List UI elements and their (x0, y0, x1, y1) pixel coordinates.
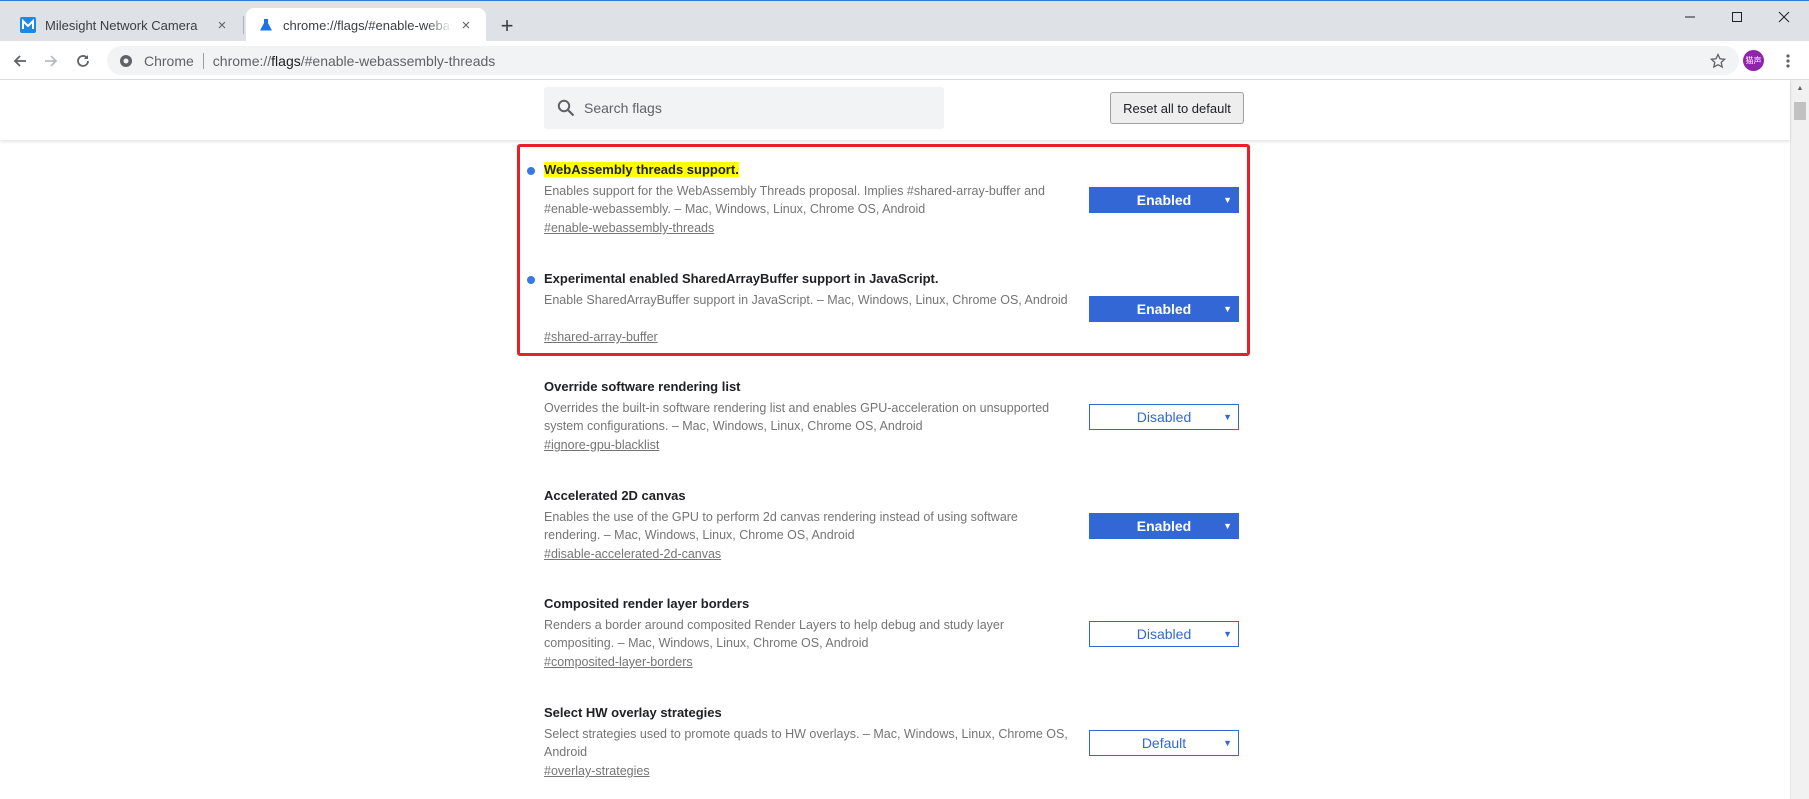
flag-state-select[interactable]: Disabled ▼ (1089, 621, 1239, 647)
reset-all-button[interactable]: Reset all to default (1110, 92, 1244, 124)
flag-state-select[interactable]: Enabled ▼ (1089, 187, 1239, 213)
flag-name: Composited render layer borders (544, 596, 750, 611)
address-bar[interactable]: Chrome chrome://flags/#enable-webassembl… (107, 46, 1739, 75)
reload-icon (77, 55, 89, 67)
select-value: Default (1141, 735, 1187, 751)
tab-strip: Milesight Network Camera × chrome://flag… (0, 0, 1809, 42)
window-close-button[interactable] (1759, 3, 1809, 31)
select-value: Enabled (1136, 518, 1192, 534)
flag-description: Enable SharedArrayBuffer support in Java… (544, 293, 1068, 307)
tab-separator (243, 16, 244, 34)
select-value: Disabled (1136, 409, 1192, 425)
flag-permalink[interactable]: #composited-layer-borders (544, 655, 693, 669)
forward-button[interactable] (38, 48, 64, 74)
more-vert-icon (1786, 54, 1790, 68)
maximize-icon (1732, 12, 1742, 22)
search-icon (554, 96, 578, 120)
chrome-page-icon (118, 53, 134, 69)
dropdown-arrow-icon: ▼ (1223, 521, 1232, 531)
flag-name: Experimental enabled SharedArrayBuffer s… (544, 271, 939, 286)
url-text: chrome://flags/#enable-webassembly-threa… (212, 52, 496, 69)
modified-indicator (527, 276, 535, 284)
flag-permalink[interactable]: #overlay-strategies (544, 764, 650, 778)
modified-indicator (527, 167, 535, 175)
dropdown-arrow-icon: ▼ (1223, 195, 1232, 205)
flag-item: Experimental enabled SharedArrayBuffer s… (518, 253, 1248, 361)
search-input[interactable] (584, 100, 924, 116)
search-box[interactable] (544, 87, 944, 129)
flag-description: Enables support for the WebAssembly Thre… (544, 184, 1045, 216)
close-icon[interactable]: × (458, 17, 474, 34)
tab-title: Milesight Network Camera (45, 17, 198, 33)
back-button[interactable] (7, 48, 33, 74)
flags-header: Reset all to default (0, 80, 1790, 140)
flag-description: Enables the use of the GPU to perform 2d… (544, 510, 1018, 542)
flag-description: Select strategies used to promote quads … (544, 727, 1068, 759)
tab-milesight[interactable]: Milesight Network Camera × (8, 8, 242, 42)
new-tab-button[interactable]: + (495, 13, 519, 38)
flags-list: WebAssembly threads support. Enables sup… (0, 140, 1790, 799)
dropdown-arrow-icon: ▼ (1223, 738, 1232, 748)
flag-item: Override software rendering list Overrid… (518, 361, 1248, 469)
flag-name: Override software rendering list (544, 379, 741, 394)
flag-description: Overrides the built-in software renderin… (544, 401, 1050, 433)
scroll-up-arrow-icon[interactable]: ▲ (1791, 80, 1809, 96)
flag-state-select[interactable]: Disabled ▼ (1089, 404, 1239, 430)
flag-state-select[interactable]: Enabled ▼ (1089, 296, 1239, 322)
flag-state-select[interactable]: Default ▼ (1089, 730, 1239, 756)
close-icon[interactable]: × (214, 17, 230, 34)
back-arrow-icon (13, 55, 26, 67)
milesight-logo-icon (20, 17, 36, 33)
maximize-button[interactable] (1712, 3, 1762, 31)
flag-permalink[interactable]: #disable-accelerated-2d-canvas (544, 547, 721, 561)
flag-name: WebAssembly threads support. (544, 162, 739, 177)
page-scrollbar[interactable]: ▲ (1790, 80, 1809, 799)
dropdown-arrow-icon: ▼ (1223, 304, 1232, 314)
minimize-button[interactable] (1665, 3, 1715, 31)
flag-description: Renders a border around composited Rende… (544, 618, 1005, 650)
flask-icon (258, 17, 274, 33)
tab-title: chrome://flags/#enable-webassembly-threa… (283, 17, 452, 33)
flag-item: Composited render layer borders Renders … (518, 578, 1248, 686)
select-value: Enabled (1136, 301, 1192, 317)
scroll-thumb[interactable] (1794, 102, 1806, 120)
select-value: Enabled (1136, 192, 1192, 208)
reload-button[interactable] (70, 48, 96, 74)
select-value: Disabled (1136, 626, 1192, 642)
chrome-menu-button[interactable] (1777, 50, 1799, 72)
close-icon (1778, 11, 1790, 23)
browser-toolbar: Chrome chrome://flags/#enable-webassembl… (0, 41, 1809, 80)
flag-name: Accelerated 2D canvas (544, 488, 686, 503)
flag-permalink[interactable]: #shared-array-buffer (544, 330, 658, 344)
bookmark-star-icon[interactable] (1709, 52, 1727, 70)
dropdown-arrow-icon: ▼ (1223, 629, 1232, 639)
dropdown-arrow-icon: ▼ (1223, 412, 1232, 422)
profile-avatar[interactable]: 猫声 (1743, 50, 1764, 71)
flag-item: Accelerated 2D canvas Enables the use of… (518, 470, 1248, 578)
tab-flags[interactable]: chrome://flags/#enable-webassembly-threa… (246, 8, 486, 42)
flag-permalink[interactable]: #enable-webassembly-threads (544, 221, 714, 235)
flag-name: Select HW overlay strategies (544, 705, 722, 720)
scheme-chip: Chrome (144, 52, 204, 69)
flag-permalink[interactable]: #ignore-gpu-blacklist (544, 438, 659, 452)
flag-item: Select HW overlay strategies Select stra… (518, 687, 1248, 795)
flag-item: WebAssembly threads support. Enables sup… (518, 144, 1248, 252)
minimize-icon (1685, 16, 1695, 18)
flag-state-select[interactable]: Enabled ▼ (1089, 513, 1239, 539)
forward-arrow-icon (45, 55, 58, 67)
